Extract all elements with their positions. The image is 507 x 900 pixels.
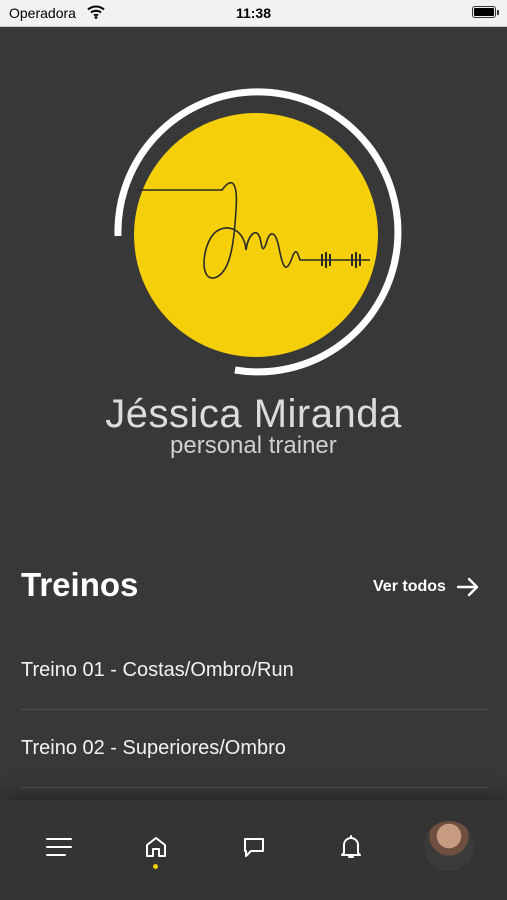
list-item[interactable]: Treino 02 - Superiores/Ombro [21,710,488,788]
home-icon [146,837,166,857]
brand-subtitle: personal trainer [170,432,337,459]
tab-home[interactable] [141,832,171,862]
workout-label: Treino 02 - Superiores/Ombro [21,737,286,759]
see-all-link[interactable]: Ver todos [373,577,480,597]
clock: 11:38 [235,5,272,21]
battery-icon [472,6,499,18]
avatar[interactable] [424,821,474,871]
chat-icon [244,838,264,857]
active-tab-indicator [153,864,158,869]
tab-menu[interactable] [44,832,74,862]
menu-icon [46,838,72,856]
bell-icon [341,835,361,858]
workout-list: Treino 01 - Costas/Ombro/Run Treino 02 -… [21,632,488,788]
tab-notifications[interactable] [336,832,366,862]
see-all-label: Ver todos [373,578,446,595]
workout-label: Treino 01 - Costas/Ombro/Run [21,659,294,681]
list-item[interactable]: Treino 01 - Costas/Ombro/Run [21,632,488,710]
brand-name: Jéssica Miranda [105,392,402,436]
status-bar: Operadora 11:38 [0,0,507,27]
arrow-right-icon [456,577,479,597]
workouts-title: Treinos [21,566,139,603]
tab-chat[interactable] [239,832,269,862]
